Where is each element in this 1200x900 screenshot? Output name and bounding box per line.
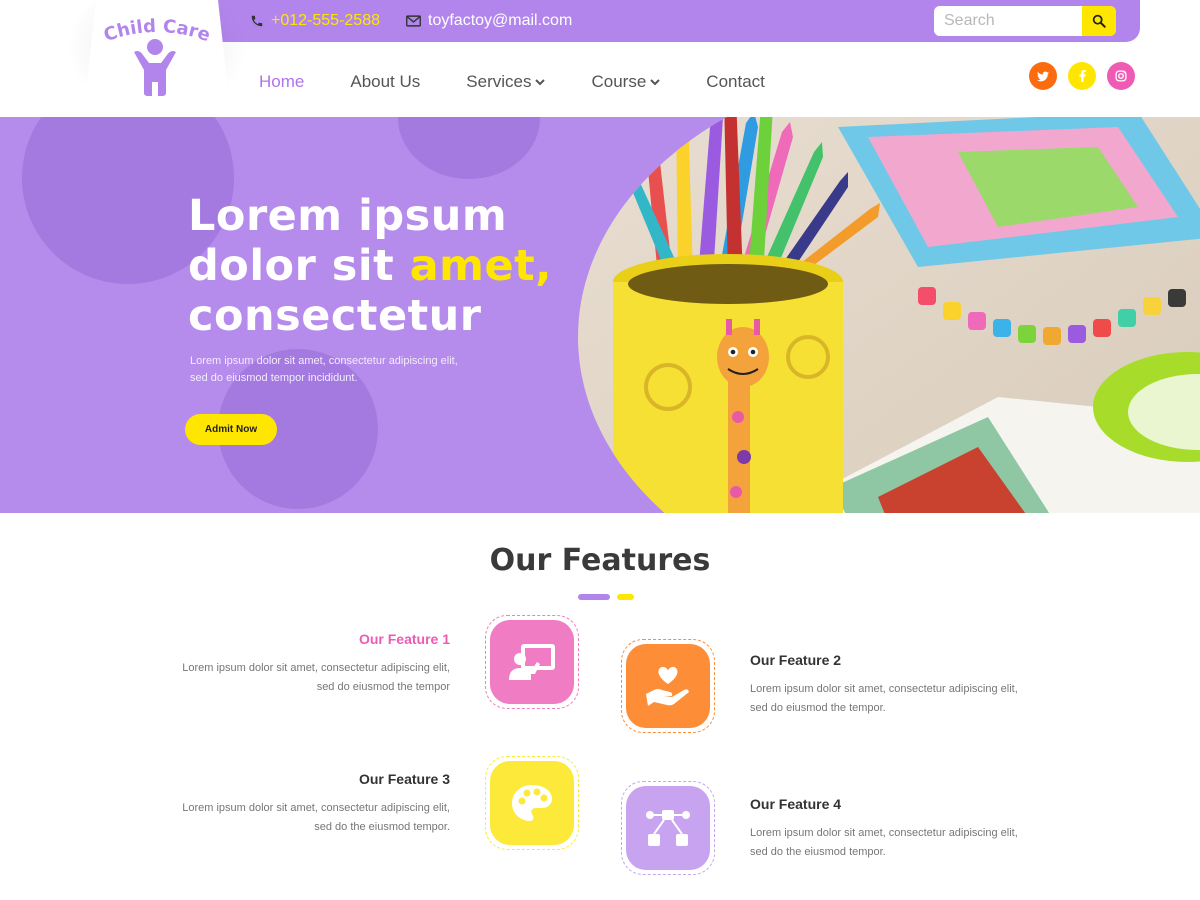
- feature-4-icon-frame: [621, 781, 715, 875]
- feature-3-desc: Lorem ipsum dolor sit amet, consectetur …: [182, 802, 450, 833]
- feature-2-icon-box: [626, 644, 710, 728]
- phone-icon: [251, 15, 263, 27]
- decorative-bubble: [398, 117, 540, 179]
- nav-label: Contact: [706, 72, 765, 91]
- child-figure-icon: [134, 39, 176, 96]
- email-contact[interactable]: toyfactoy@mail.com: [406, 12, 572, 30]
- admit-now-button[interactable]: Admit Now: [185, 414, 277, 445]
- chevron-down-icon: [535, 79, 546, 86]
- feature-4-title: Our Feature 4: [750, 796, 842, 812]
- nav-label: Course: [591, 72, 647, 91]
- hero-title: Lorem ipsum dolor sit amet, consectetur: [188, 191, 552, 341]
- nav-item-services[interactable]: Services: [466, 72, 546, 92]
- feature-1-icon-box: [490, 620, 574, 704]
- search-button[interactable]: [1082, 6, 1116, 36]
- hero-subtitle: Lorem ipsum dolor sit amet, consectetur …: [190, 355, 458, 384]
- hero-title-highlight: amet,: [409, 241, 553, 291]
- phone-number: +012-555-2588: [271, 12, 380, 29]
- envelope-icon: [406, 15, 421, 27]
- palette-icon: [512, 785, 552, 821]
- facebook-button[interactable]: [1068, 62, 1096, 90]
- pencil-cup-illustration: [578, 117, 1200, 513]
- feature-3-title: Our Feature 3: [358, 771, 450, 787]
- instagram-icon: [1115, 70, 1127, 82]
- nav-item-contact[interactable]: Contact: [706, 72, 765, 92]
- twitter-icon: [1037, 71, 1049, 81]
- search-input[interactable]: [934, 6, 1082, 36]
- nav-label: Home: [259, 72, 305, 91]
- nav-item-about[interactable]: About Us: [350, 72, 420, 92]
- presentation-icon: [509, 644, 555, 680]
- main-nav: Home About Us Services Course Contact: [259, 72, 811, 92]
- page: +012-555-2588 toyfactoy@mail.com Child C…: [0, 0, 1200, 900]
- instagram-button[interactable]: [1107, 62, 1135, 90]
- feature-2-desc: Lorem ipsum dolor sit amet, consectetur …: [750, 683, 1018, 714]
- hero-image: [578, 117, 1200, 513]
- search-icon: [1092, 14, 1106, 28]
- network-icon: [646, 810, 690, 846]
- title-divider-purple: [578, 594, 610, 600]
- hero-title-line3: consectetur: [188, 291, 482, 341]
- phone-contact[interactable]: +012-555-2588: [250, 12, 380, 30]
- title-divider-yellow: [617, 594, 634, 600]
- search-bar: [934, 6, 1116, 36]
- heart-hand-icon: [646, 666, 689, 706]
- hero-title-line1: Lorem ipsum: [188, 191, 508, 241]
- hero-section: Lorem ipsum dolor sit amet, consectetur …: [0, 117, 1200, 513]
- feature-3-icon-box: [490, 761, 574, 845]
- nav-item-course[interactable]: Course: [591, 72, 661, 92]
- hero-title-line2-a: dolor sit: [188, 241, 410, 291]
- logo[interactable]: Child Care: [83, 0, 231, 117]
- feature-2-title: Our Feature 2: [750, 652, 842, 668]
- nav-label: About Us: [350, 72, 421, 91]
- feature-1-title: Our Feature 1: [358, 631, 450, 647]
- feature-1-desc: Lorem ipsum dolor sit amet, consectetur …: [182, 662, 450, 693]
- feature-1-icon-frame: [485, 615, 579, 709]
- feature-4-desc: Lorem ipsum dolor sit amet, consectetur …: [750, 827, 1018, 858]
- nav-label: Services: [466, 72, 532, 91]
- email-address: toyfactoy@mail.com: [428, 12, 573, 29]
- twitter-button[interactable]: [1029, 62, 1057, 90]
- hero-title-line2: dolor sit amet,: [188, 241, 552, 291]
- feature-4-icon-box: [626, 786, 710, 870]
- chevron-down-icon: [650, 79, 661, 86]
- feature-2-icon-frame: [621, 639, 715, 733]
- nav-item-home[interactable]: Home: [259, 72, 304, 92]
- features-title: Our Features: [489, 543, 711, 578]
- feature-3-icon-frame: [485, 756, 579, 850]
- facebook-icon: [1078, 70, 1086, 82]
